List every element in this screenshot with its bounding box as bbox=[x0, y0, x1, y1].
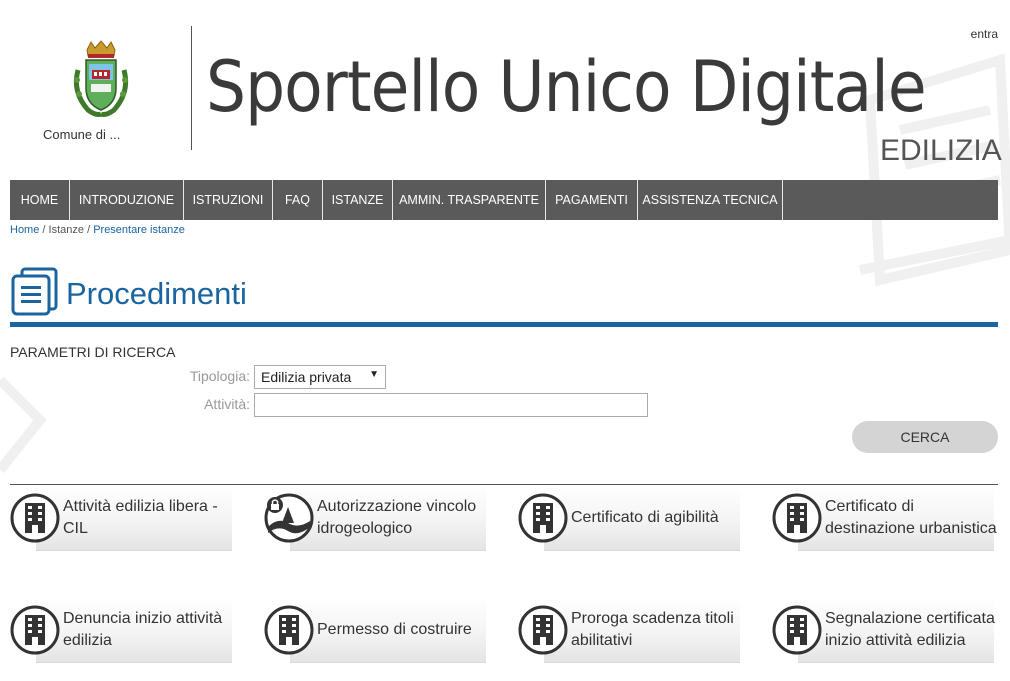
search-section-title: PARAMETRI DI RICERCA bbox=[10, 344, 176, 360]
breadcrumb-home[interactable]: Home bbox=[10, 224, 39, 236]
cerca-button[interactable]: CERCA bbox=[852, 421, 998, 453]
breadcrumb-separator: / bbox=[87, 224, 91, 236]
site-title: Sportello Unico Digitale bbox=[206, 46, 927, 128]
landscape-lock-icon bbox=[264, 493, 314, 543]
nav-item-home[interactable]: HOME bbox=[10, 180, 70, 220]
nav-item-introduzione[interactable]: INTRODUZIONE bbox=[70, 180, 184, 220]
site-subtitle: EDILIZIA bbox=[880, 134, 1002, 167]
main-nav: HOME INTRODUZIONE ISTRUZIONI FAQ ISTANZE… bbox=[10, 180, 998, 220]
procedure-label: Certificato di destinazione urbanistica bbox=[825, 498, 997, 537]
procedure-label: Permesso di costruire bbox=[317, 621, 472, 638]
title-divider bbox=[10, 322, 998, 327]
procedure-label: Autorizzazione vincolo idrogeologico bbox=[317, 498, 477, 537]
procedure-label: Denuncia inizio attività edilizia bbox=[63, 610, 223, 649]
tipologia-select[interactable]: Edilizia privata ▼ bbox=[254, 365, 386, 389]
select-arrow-icon: ▼ bbox=[369, 369, 379, 380]
nav-item-istruzioni[interactable]: ISTRUZIONI bbox=[184, 180, 273, 220]
procedure-tile-destinazione-urbanistica[interactable]: Certificato di destinazione urbanistica bbox=[772, 485, 1004, 551]
building-icon bbox=[772, 605, 822, 655]
nav-item-pagamenti[interactable]: PAGAMENTI bbox=[546, 180, 638, 220]
documents-icon bbox=[11, 267, 58, 316]
procedure-label: Proroga scadenza titoli abilitativi bbox=[571, 610, 734, 649]
building-icon bbox=[518, 605, 568, 655]
building-icon bbox=[518, 493, 568, 543]
procedure-tile-scia[interactable]: Segnalazione certificata inizio attività… bbox=[772, 597, 1004, 663]
breadcrumb-separator: / bbox=[42, 224, 46, 236]
page-title: Procedimenti bbox=[66, 276, 247, 311]
attivita-input[interactable] bbox=[254, 393, 648, 417]
procedure-tile-cil[interactable]: Attività edilizia libera - CIL bbox=[10, 485, 242, 551]
procedure-tile-vincolo-idrogeologico[interactable]: Autorizzazione vincolo idrogeologico bbox=[264, 485, 496, 551]
tipologia-select-value: Edilizia privata bbox=[261, 369, 352, 385]
procedure-tile-permesso-costruire[interactable]: Permesso di costruire bbox=[264, 597, 496, 663]
building-icon bbox=[10, 493, 60, 543]
breadcrumb: Home / Istanze / Presentare istanze bbox=[10, 224, 185, 236]
procedure-label: Attività edilizia libera - CIL bbox=[63, 498, 218, 537]
comune-label: Comune di ... bbox=[43, 127, 121, 142]
building-icon bbox=[772, 493, 822, 543]
header-divider bbox=[191, 26, 192, 150]
nav-item-assistenza-tecnica[interactable]: ASSISTENZA TECNICA bbox=[638, 180, 783, 220]
nav-item-ammin-trasparente[interactable]: AMMIN. TRASPARENTE bbox=[393, 180, 546, 220]
attivita-label: Attività: bbox=[204, 396, 250, 412]
municipal-crest-icon bbox=[73, 40, 129, 117]
procedure-tile-dia[interactable]: Denuncia inizio attività edilizia bbox=[10, 597, 242, 663]
breadcrumb-istanze: Istanze bbox=[48, 224, 84, 236]
procedure-tile-agibilita[interactable]: Certificato di agibilità bbox=[518, 485, 750, 551]
nav-item-faq[interactable]: FAQ bbox=[273, 180, 323, 220]
procedure-label: Certificato di agibilità bbox=[571, 509, 719, 526]
breadcrumb-presentare-istanze[interactable]: Presentare istanze bbox=[93, 224, 185, 236]
building-icon bbox=[10, 605, 60, 655]
nav-item-istanze[interactable]: ISTANZE bbox=[323, 180, 393, 220]
login-link[interactable]: entra bbox=[940, 27, 998, 41]
procedure-tile-proroga[interactable]: Proroga scadenza titoli abilitativi bbox=[518, 597, 750, 663]
building-icon bbox=[264, 605, 314, 655]
procedure-label: Segnalazione certificata inizio attività… bbox=[825, 610, 995, 649]
tipologia-label: Tipologia: bbox=[189, 368, 250, 384]
